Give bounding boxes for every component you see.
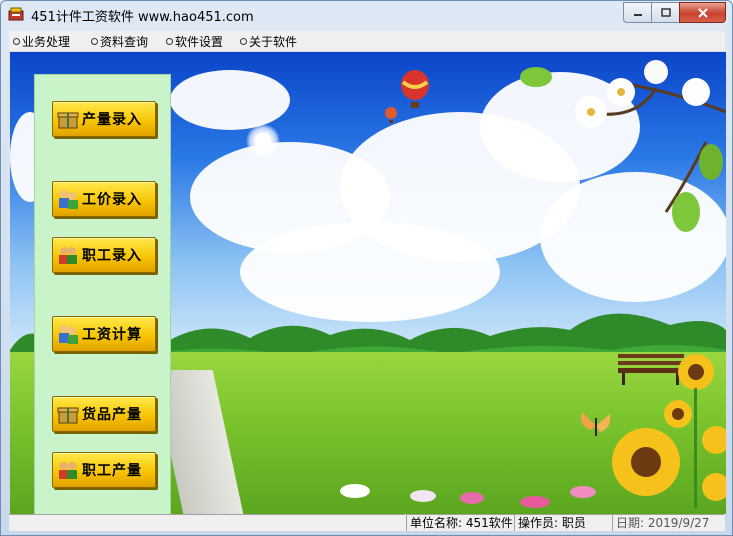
hot-air-balloon-icon	[385, 107, 397, 123]
flower	[570, 486, 596, 498]
user-group-icon	[59, 247, 77, 264]
people-icon	[59, 190, 78, 209]
gift-icon	[57, 407, 79, 424]
app-window: 451计件工资软件 www.hao451.com 业务处理 资料查询 软件设置	[0, 0, 733, 536]
goods-output-button[interactable]: 货品产量	[52, 396, 156, 432]
cloud	[240, 222, 500, 322]
menu-label: 软件设置	[175, 35, 224, 49]
hot-air-balloon-icon	[401, 70, 429, 108]
button-label: 工资计算	[82, 327, 142, 343]
employee-entry-button[interactable]: 职工录入	[52, 237, 156, 273]
cloud	[170, 70, 290, 130]
menu-settings[interactable]: 软件设置	[166, 33, 223, 50]
flower	[410, 490, 436, 502]
user-group-icon	[59, 462, 77, 479]
button-label: 产量录入	[82, 112, 142, 128]
menu-data-query[interactable]: 资料查询	[91, 33, 148, 50]
wage-calculation-button[interactable]: 工资计算	[52, 316, 156, 352]
menu-about[interactable]: 关于软件	[240, 33, 297, 50]
flower	[460, 492, 484, 504]
maximize-icon	[660, 8, 671, 17]
app-icon	[8, 7, 24, 21]
status-date: 日期: 2019/9/27	[612, 514, 724, 531]
menu-bullet-icon	[240, 38, 247, 45]
status-operator: 操作员: 职员	[514, 514, 612, 531]
people-icon	[59, 325, 78, 344]
button-label: 货品产量	[82, 407, 142, 423]
close-button[interactable]	[679, 2, 726, 23]
button-label: 工价录入	[82, 192, 142, 208]
gift-icon	[57, 112, 79, 129]
minimize-icon	[633, 13, 642, 16]
menu-label: 关于软件	[249, 35, 298, 49]
blossom-branch	[520, 60, 726, 232]
menu-bar: 业务处理 资料查询 软件设置 关于软件	[9, 31, 725, 52]
button-label: 职工录入	[82, 248, 142, 264]
status-bar: 单位名称: 451软件 操作员: 职员 日期: 2019/9/27	[9, 514, 725, 531]
sunflowers	[612, 354, 726, 508]
production-entry-button[interactable]: 产量录入	[52, 101, 156, 137]
employee-output-button[interactable]: 职工产量	[52, 452, 156, 488]
flower	[520, 496, 550, 508]
menu-bullet-icon	[91, 38, 98, 45]
window-controls	[623, 2, 726, 23]
unit-price-entry-button[interactable]: 工价录入	[52, 181, 156, 217]
window-title: 451计件工资软件 www.hao451.com	[31, 10, 254, 25]
close-icon	[697, 7, 708, 18]
flower	[340, 484, 370, 498]
title-bar[interactable]: 451计件工资软件 www.hao451.com	[1, 1, 732, 29]
status-unit-name: 单位名称: 451软件	[406, 514, 514, 531]
button-label: 职工产量	[82, 463, 142, 479]
menu-bullet-icon	[13, 38, 20, 45]
menu-bullet-icon	[166, 38, 173, 45]
menu-label: 业务处理	[22, 35, 71, 49]
background-scene: 产量录入 工价录入 职工录入 工资计算 货品产量 职工产量	[10, 52, 726, 514]
status-empty-cell	[9, 514, 405, 531]
menu-label: 资料查询	[100, 35, 149, 49]
maximize-button[interactable]	[651, 2, 680, 23]
menu-business[interactable]: 业务处理	[13, 33, 70, 50]
function-sidebar: 产量录入 工价录入 职工录入 工资计算 货品产量 职工产量	[34, 74, 171, 514]
minimize-button[interactable]	[623, 2, 652, 23]
butterfly-icon	[581, 412, 611, 436]
